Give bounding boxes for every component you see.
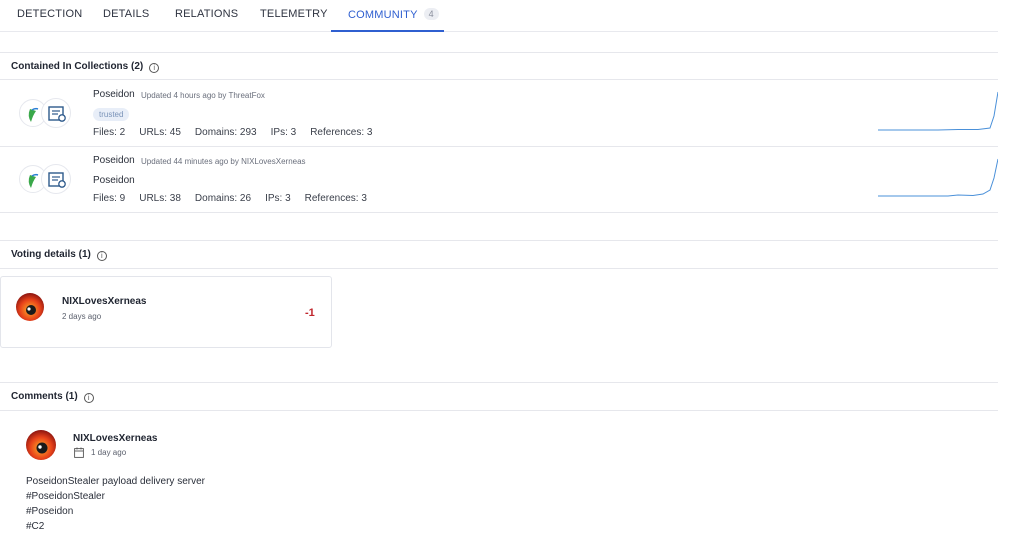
- tab-detection[interactable]: DETECTION: [17, 0, 82, 32]
- tab-community[interactable]: COMMUNITY 4: [348, 0, 439, 32]
- references-count: References: 3: [310, 127, 373, 138]
- collection-document-icon: [41, 98, 71, 128]
- tab-bar: DETECTION DETAILS RELATIONS TELEMETRY CO…: [0, 0, 998, 32]
- vote-time: 2 days ago: [62, 312, 102, 321]
- comment-text-line: PoseidonStealer payload delivery server: [26, 476, 205, 487]
- vote-value: -1: [305, 307, 315, 319]
- comment-hashtag[interactable]: #C2: [26, 521, 44, 532]
- divider: [0, 382, 998, 383]
- collection-activity-sparkline: [878, 158, 998, 197]
- comment-username[interactable]: NIXLovesXerneas: [73, 433, 158, 444]
- calendar-icon: [74, 447, 84, 458]
- collection-icons: [19, 96, 75, 130]
- comment-hashtag[interactable]: #PoseidonStealer: [26, 491, 105, 502]
- divider: [0, 79, 998, 80]
- urls-count: URLs: 45: [139, 127, 181, 138]
- trusted-badge: trusted: [93, 108, 130, 121]
- info-icon[interactable]: i: [149, 63, 160, 73]
- divider: [0, 52, 998, 53]
- domains-count: Domains: 293: [194, 127, 257, 138]
- comment-hashtag[interactable]: #Poseidon: [26, 506, 73, 517]
- collection-name[interactable]: Poseidon: [93, 155, 135, 166]
- info-icon[interactable]: i: [96, 251, 107, 261]
- collection-document-icon: [41, 164, 71, 194]
- divider: [0, 146, 998, 147]
- divider: [0, 410, 998, 411]
- info-icon[interactable]: i: [83, 393, 94, 403]
- user-avatar[interactable]: [26, 430, 56, 460]
- user-avatar[interactable]: [16, 293, 44, 321]
- tab-community-label: COMMUNITY: [348, 9, 418, 21]
- tab-telemetry[interactable]: TELEMETRY: [260, 0, 328, 32]
- references-count: References: 3: [304, 193, 367, 204]
- tab-relations[interactable]: RELATIONS: [175, 0, 238, 32]
- comments-section-title: Comments (1) i: [11, 391, 94, 403]
- collection-updated: Updated 44 minutes ago by NIXLovesXernea…: [141, 157, 306, 166]
- ips-count: IPs: 3: [265, 193, 291, 204]
- active-tab-indicator: [331, 30, 444, 32]
- divider: [0, 212, 998, 213]
- comment-time: 1 day ago: [91, 448, 127, 457]
- urls-count: URLs: 38: [139, 193, 181, 204]
- collection-updated: Updated 4 hours ago by ThreatFox: [141, 91, 265, 100]
- tab-community-count-badge: 4: [423, 8, 439, 20]
- collection-description: Poseidon: [93, 175, 135, 186]
- collection-stats: Files: 2 URLs: 45 Domains: 293 IPs: 3 Refere…: [93, 127, 386, 138]
- collection-stats: Files: 9 URLs: 38 Domains: 26 IPs: 3 Referen…: [93, 193, 381, 204]
- ips-count: IPs: 3: [270, 127, 297, 138]
- files-count: Files: 9: [93, 193, 126, 204]
- collections-section-title: Contained In Collections (2) i: [11, 61, 160, 73]
- divider: [0, 268, 998, 269]
- collection-icons: [19, 162, 75, 196]
- files-count: Files: 2: [93, 127, 126, 138]
- tab-details[interactable]: DETAILS: [103, 0, 149, 32]
- vote-username[interactable]: NIXLovesXerneas: [62, 296, 147, 307]
- divider: [0, 240, 998, 241]
- collection-activity-sparkline: [878, 91, 998, 131]
- domains-count: Domains: 26: [194, 193, 252, 204]
- voting-section-title: Voting details (1) i: [11, 249, 107, 261]
- collection-name[interactable]: Poseidon: [93, 89, 135, 100]
- vote-card: NIXLovesXerneas 2 days ago -1: [0, 276, 332, 348]
